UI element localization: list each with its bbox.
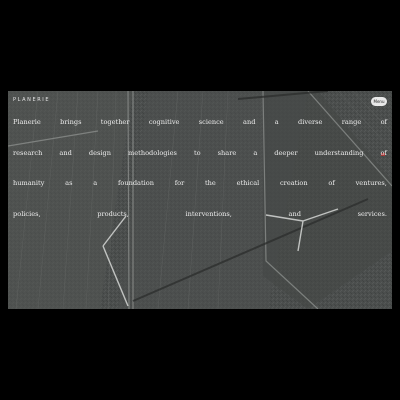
word: of xyxy=(380,148,387,157)
paragraph-line: research and design methodologies to sha… xyxy=(13,149,387,180)
intro-paragraph: Planerie brings together cognitive scien… xyxy=(13,118,387,240)
word: methodologies xyxy=(128,148,177,157)
word: brings xyxy=(60,118,82,126)
word: science xyxy=(198,118,224,126)
word: a xyxy=(93,179,98,187)
word: humanity xyxy=(13,179,45,187)
word: cognitive xyxy=(148,118,180,126)
word: diverse xyxy=(298,118,323,126)
word: policies, xyxy=(13,209,41,218)
word: share xyxy=(217,148,237,157)
word: a xyxy=(253,148,258,157)
word: ventures, xyxy=(355,179,387,187)
browser-viewport: PLANERIE Menu Planerie brings together c… xyxy=(8,91,392,309)
word: research xyxy=(13,148,43,157)
word: the xyxy=(205,179,216,187)
menu-button[interactable]: Menu xyxy=(371,97,387,106)
word: services. xyxy=(357,209,387,218)
word: range xyxy=(341,118,362,126)
word: and xyxy=(243,118,256,126)
word: foundation xyxy=(117,179,154,187)
word: of xyxy=(328,179,335,187)
word: and xyxy=(59,148,72,157)
word: interventions, xyxy=(185,209,232,218)
word: understanding xyxy=(314,148,364,157)
word: a xyxy=(274,118,279,126)
word: of xyxy=(380,118,387,126)
word: creation xyxy=(279,179,308,187)
word: deeper xyxy=(274,148,298,157)
site-logo[interactable]: PLANERIE xyxy=(13,97,50,103)
paragraph-line: humanity as a foundation for the ethical… xyxy=(13,179,387,210)
word: design xyxy=(88,148,111,157)
word: Planerie xyxy=(13,118,41,126)
word: ethical xyxy=(236,179,260,187)
word: to xyxy=(193,148,201,157)
word: for xyxy=(174,179,185,187)
word: products, xyxy=(97,209,129,218)
word: as xyxy=(65,179,73,187)
word: together xyxy=(100,118,130,126)
paragraph-line: Planerie brings together cognitive scien… xyxy=(13,118,387,149)
paragraph-line: policies, products, interventions, and s… xyxy=(13,210,387,241)
site-header: PLANERIE Menu xyxy=(8,91,392,111)
word: and xyxy=(288,209,301,218)
